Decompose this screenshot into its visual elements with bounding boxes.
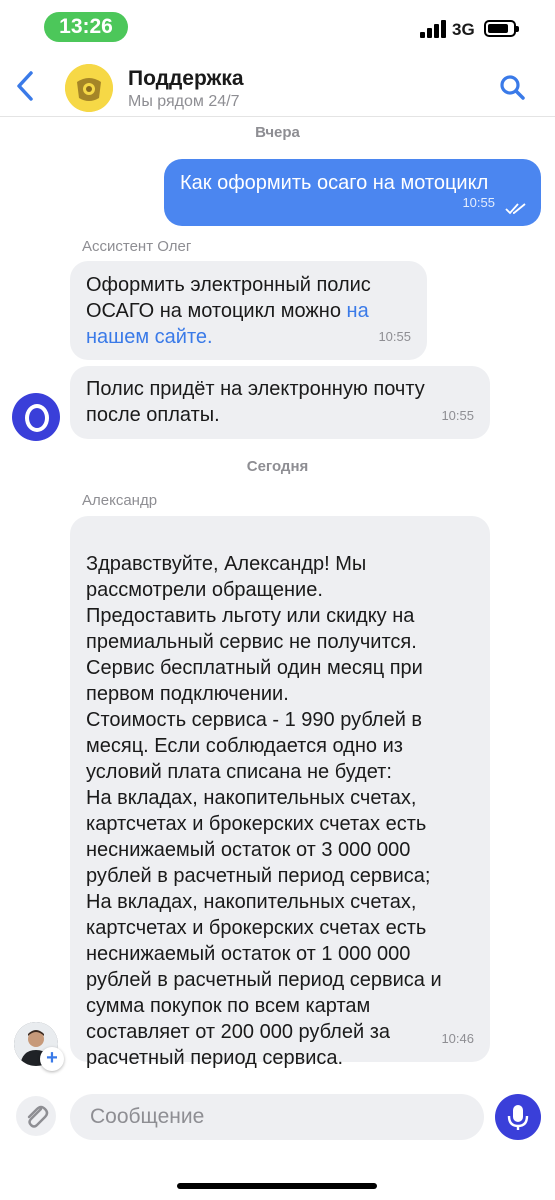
chat-header: Поддержка Мы рядом 24/7 <box>0 55 555 117</box>
home-indicator <box>177 1183 377 1189</box>
assistant-avatar[interactable] <box>12 393 60 441</box>
sender-name: Ассистент Олег <box>82 238 192 255</box>
status-time: 13:26 <box>44 12 128 42</box>
message-time: 10:55 <box>378 329 411 344</box>
message-time: 10:46 <box>441 1031 474 1046</box>
message-text: Оформить электронный полис ОСАГО на мото… <box>86 274 371 348</box>
chat-subtitle: Мы рядом 24/7 <box>128 93 240 110</box>
outgoing-message[interactable]: Как оформить осаго на мотоцикл 10:55 <box>164 159 541 226</box>
message-input[interactable] <box>70 1094 484 1140</box>
incoming-message[interactable]: Оформить электронный полис ОСАГО на мото… <box>70 261 427 360</box>
network-type: 3G <box>452 20 475 39</box>
microphone-button[interactable] <box>495 1094 541 1140</box>
sender-name: Александр <box>82 492 158 509</box>
status-bar: 13:26 3G <box>0 0 555 52</box>
chat-title: Поддержка <box>128 67 244 90</box>
search-icon[interactable] <box>498 73 526 101</box>
support-logo[interactable] <box>65 64 113 112</box>
microphone-icon <box>507 1105 529 1130</box>
incoming-message[interactable]: Здравствуйте, Александр! Мы рассмотрели … <box>70 516 490 1069</box>
double-check-icon <box>505 203 526 215</box>
message-time: 10:55 <box>462 195 495 210</box>
back-chevron-icon[interactable] <box>12 69 40 103</box>
message-time: 10:55 <box>441 408 474 423</box>
message-text: Здравствуйте, Александр! Мы рассмотрели … <box>86 553 442 1069</box>
paperclip-icon[interactable] <box>16 1096 56 1136</box>
battery-icon <box>484 20 519 37</box>
plus-icon[interactable]: + <box>40 1047 64 1071</box>
incoming-message[interactable]: Полис придёт на электронную почту после … <box>70 366 490 439</box>
date-separator: Сегодня <box>246 458 309 475</box>
signal-icon <box>420 20 448 38</box>
message-text: Полис придёт на электронную почту после … <box>86 378 425 426</box>
date-separator: Вчера <box>255 124 300 141</box>
